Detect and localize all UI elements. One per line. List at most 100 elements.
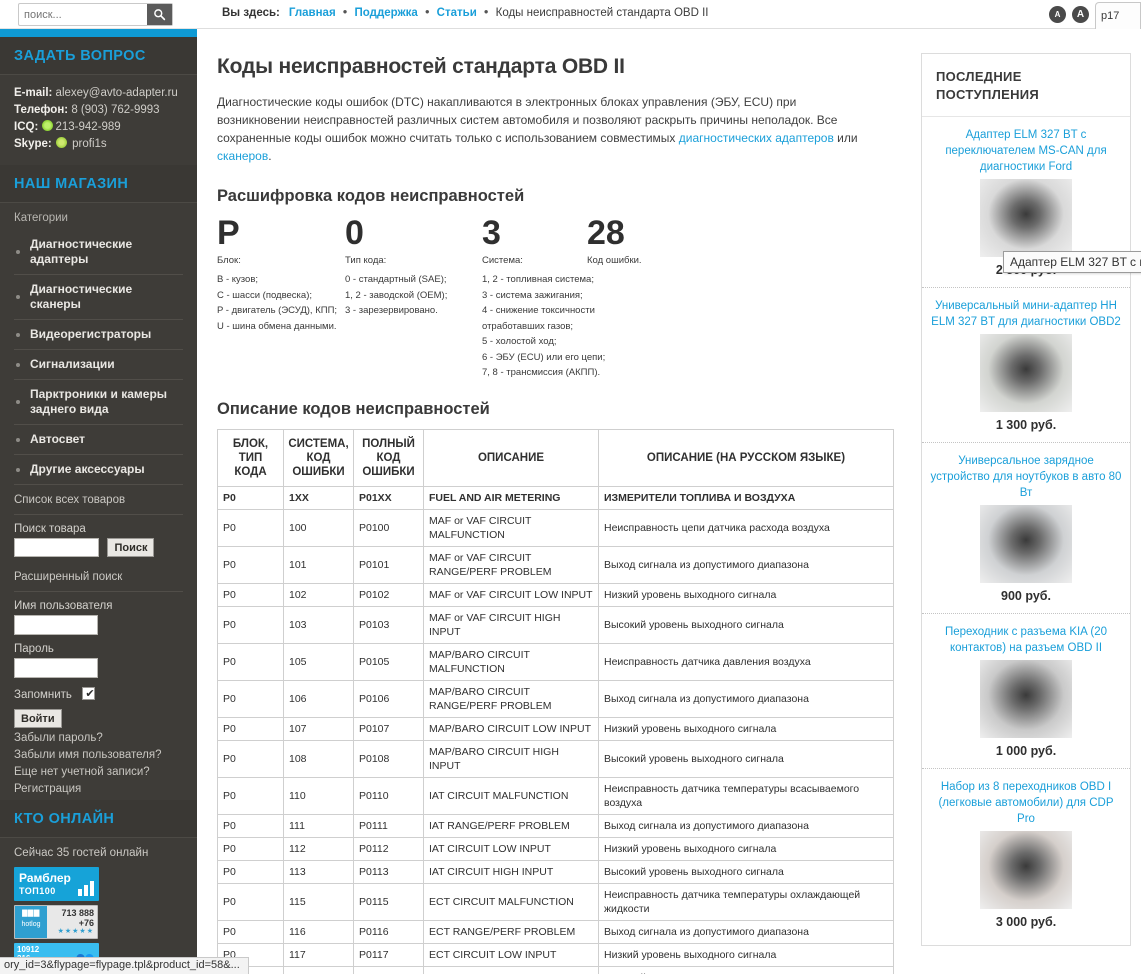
who-online-block: КТО ОНЛАЙН Сейчас 35 гостей онлайн Рамбл… (0, 800, 197, 974)
cell-r1-c3: MAF or VAF CIRCUIT MALFUNCTION (423, 509, 599, 547)
product-image-4[interactable] (980, 831, 1072, 909)
all-products-link[interactable]: Список всех товаров (14, 485, 183, 515)
category-item-3[interactable]: Сигнализации (14, 350, 183, 380)
cell-r5-c1: 105 (283, 643, 354, 681)
product-search-row: Поиск (14, 538, 183, 557)
product-link-0[interactable]: Адаптер ELM 327 BT с переключателем MS-C… (930, 127, 1122, 175)
product-search-label: Поиск товара (14, 523, 86, 535)
link-diagnostic-adapters[interactable]: диагностических адаптеров (679, 131, 834, 145)
cell-r0-c3: FUEL AND AIR METERING (423, 486, 599, 510)
table-row: P0 107 P0107 MAP/BARO CIRCUIT LOW INPUT Низк… (217, 717, 894, 741)
cell-r4-c4: Высокий уровень выходного сигнала (598, 606, 894, 644)
product-image-2[interactable] (980, 505, 1072, 583)
right-sidebar: ПОСЛЕДНИЕ ПОСТУПЛЕНИЯ Адаптер ELM 327 BT… (909, 29, 1141, 974)
category-item-5[interactable]: Автосвет (14, 425, 183, 455)
cell-r2-c1: 101 (283, 546, 354, 584)
product-image-3[interactable] (980, 660, 1072, 738)
product-link-3[interactable]: Переходник с разъема KIA (20 контактов) … (930, 624, 1122, 656)
decode-line-2-5: 6 - ЭБУ (ECU) или его цепи; (482, 351, 606, 363)
cell-r2-c0: P0 (217, 546, 284, 584)
hotlog-count-value: 713 888 (61, 908, 94, 918)
table-row: P0 110 P0110 IAT CIRCUIT MALFUNCTION Неиспра… (217, 777, 894, 815)
account-link-1[interactable]: Забыли имя пользователя? (14, 747, 183, 764)
cell-r1-c1: 100 (283, 509, 354, 547)
cell-r10-c2: P0111 (353, 814, 424, 838)
category-list: Диагностические адаптеры Диагностические … (14, 230, 183, 485)
intro-text-end: . (268, 149, 272, 163)
decode-line-0-0: B - кузов; (217, 274, 259, 285)
product-link-2[interactable]: Универсальное зарядное устройство для но… (930, 453, 1122, 501)
cell-r12-c2: P0113 (353, 860, 424, 884)
table-header-row: БЛОК, ТИП КОДА СИСТЕМА, КОД ОШИБКИ ПОЛНЫЙ … (217, 429, 894, 487)
account-link-3[interactable]: Регистрация (14, 781, 183, 798)
table-row: P0 116 P0116 ECT RANGE/PERF PROBLEM Выход си… (217, 920, 894, 944)
product-image-0[interactable] (980, 179, 1072, 257)
product-link-4[interactable]: Набор из 8 переходников OBD I (легковые … (930, 779, 1122, 827)
page-title: Коды неисправностей стандарта OBD II (217, 55, 625, 78)
search-input[interactable] (19, 4, 145, 25)
breadcrumb-link-0[interactable]: Главная (289, 7, 336, 19)
password-input[interactable] (14, 658, 98, 678)
search-button[interactable] (147, 4, 172, 25)
latest-arrivals-title: ПОСЛЕДНИЕ ПОСТУПЛЕНИЯ (922, 54, 1130, 117)
password-label: Пароль (14, 643, 54, 655)
remember-checkbox[interactable]: ✔ (82, 687, 96, 700)
breadcrumb-link-1[interactable]: Поддержка (355, 7, 418, 19)
intro-paragraph: Диагностические коды ошибок (DTC) накапл… (217, 93, 877, 165)
category-item-1[interactable]: Диагностические сканеры (14, 275, 183, 320)
cell-r10-c3: IAT RANGE/PERF PROBLEM (423, 814, 599, 838)
category-item-0[interactable]: Диагностические адаптеры (14, 230, 183, 275)
link-scanners[interactable]: сканеров (217, 149, 268, 163)
counter-hotlog[interactable]: ▇▇▇ hotlog 713 888 +76 ★★★★★ (14, 905, 98, 939)
category-item-4[interactable]: Парктроники и камеры заднего вида (14, 380, 183, 425)
link-tooltip: Адаптер ELM 327 BT с пе (1003, 251, 1141, 273)
decode-char-1: 0 (345, 214, 364, 252)
cell-r9-c0: P0 (217, 777, 284, 815)
site-search-bar (0, 0, 197, 29)
username-input[interactable] (14, 615, 98, 635)
category-item-2[interactable]: Видеорегистраторы (14, 320, 183, 350)
contact-email-value[interactable]: alexey@avto-adapter.ru (56, 87, 178, 99)
breadcrumb-label: Вы здесь: (222, 7, 280, 19)
breadcrumb-link-2[interactable]: Статьи (437, 7, 477, 19)
table-row: P0 103 P0103 MAF or VAF CIRCUIT HIGH INPUT В… (217, 606, 894, 644)
login-button[interactable]: Войти (14, 709, 62, 728)
main-content: Коды неисправностей стандарта OBD II Диа… (197, 29, 909, 974)
account-link-0[interactable]: Забыли пароль? (14, 730, 183, 747)
table-row: P0 117 P0117 ECT CIRCUIT LOW INPUT Низкий ур… (217, 943, 894, 967)
decode-line-1-1: 1, 2 - заводской (OEM); (345, 289, 448, 301)
product-item-3: Переходник с разъема KIA (20 контактов) … (922, 613, 1130, 768)
table-row: P0 112 P0112 IAT CIRCUIT LOW INPUT Низкий ур… (217, 837, 894, 861)
table-row: P0 115 P0115 ECT CIRCUIT MALFUNCTION Неиспра… (217, 883, 894, 921)
bar-chart-icon (78, 881, 94, 896)
dtc-table-head: БЛОК, ТИП КОДА СИСТЕМА, КОД ОШИБКИ ПОЛНЫЙ … (217, 429, 894, 487)
decode-line-2-4: 5 - холостой ход; (482, 336, 557, 347)
cell-r14-c0: P0 (217, 920, 284, 944)
cell-r1-c2: P0100 (353, 509, 424, 547)
product-search-input[interactable] (14, 538, 99, 557)
advanced-search-link[interactable]: Расширенный поиск (14, 557, 183, 592)
product-link-1[interactable]: Универсальный мини-адаптер НН ELM 327 BT… (930, 298, 1122, 330)
category-item-6[interactable]: Другие аксессуары (14, 455, 183, 485)
product-search-button[interactable]: Поиск (107, 538, 155, 557)
dtc-table: БЛОК, ТИП КОДА СИСТЕМА, КОД ОШИБКИ ПОЛНЫЙ … (217, 429, 894, 974)
code-decode-legend: P Блок: B - кузов; C - шасси (подвеска); P -… (217, 214, 879, 384)
cell-r0-c4: ИЗМЕРИТЕЛИ ТОПЛИВА И ВОЗДУХА (598, 486, 894, 510)
table-row: P0 102 P0102 MAF or VAF CIRCUIT LOW INPUT Ни… (217, 583, 894, 607)
product-image-1[interactable] (980, 334, 1072, 412)
breadcrumb-current: Коды неисправностей стандарта OBD II (495, 7, 709, 19)
counter-rambler-top100[interactable]: Рамблер ТОП100 (14, 867, 99, 901)
account-link-2[interactable]: Еще нет учетной записи? (14, 764, 183, 781)
font-decrease-button[interactable]: A (1049, 6, 1066, 23)
search-field-wrapper[interactable] (18, 3, 173, 26)
breadcrumb-separator: ● (483, 7, 489, 16)
cell-r12-c0: P0 (217, 860, 284, 884)
cell-r3-c2: P0102 (353, 583, 424, 607)
contact-skype-value[interactable]: profi1s (72, 138, 107, 150)
font-increase-button[interactable]: A (1072, 6, 1089, 23)
adjacent-tab-peek[interactable]: p17 (1095, 2, 1141, 32)
cell-r11-c2: P0112 (353, 837, 424, 861)
cell-r12-c1: 113 (283, 860, 354, 884)
cell-r5-c3: MAP/BARO CIRCUIT MALFUNCTION (423, 643, 599, 681)
breadcrumb-bar: Вы здесь: Главная ● Поддержка ● Статьи ● Коды н… (197, 0, 1141, 32)
